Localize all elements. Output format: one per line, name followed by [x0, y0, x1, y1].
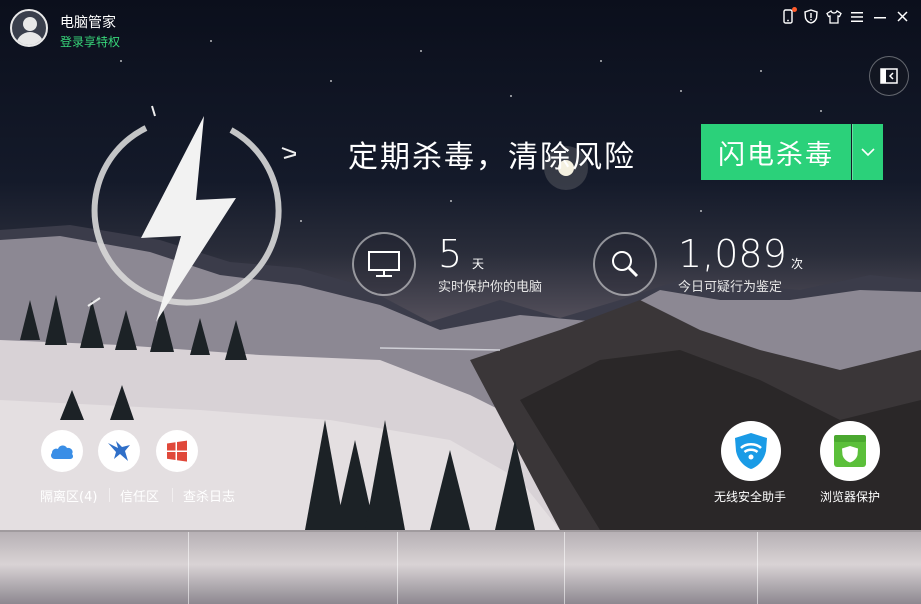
panel-divider: [757, 532, 758, 604]
wifi-assistant-button[interactable]: [721, 421, 781, 481]
search-stat-circle: [593, 232, 657, 296]
scan-log-label[interactable]: 查杀日志: [183, 486, 235, 505]
separator: [109, 488, 110, 502]
protect-label: 实时保护你的电脑: [438, 280, 543, 295]
magnifier-icon: [612, 251, 639, 278]
headline: 定期杀毒，清除风险: [348, 140, 636, 175]
chevron-down-icon: [861, 147, 875, 156]
shield-icon[interactable]: [802, 8, 819, 25]
scan-options-dropdown[interactable]: [852, 124, 883, 180]
suspicious-label: 今日可疑行为鉴定: [678, 280, 783, 295]
wifi-assistant-label[interactable]: 无线安全助手: [714, 488, 786, 505]
avatar-body: [16, 32, 44, 45]
monitor-stat-circle: [352, 232, 416, 296]
panel-divider: [397, 532, 398, 604]
eagle-icon: [108, 441, 130, 461]
suspicious-count-unit: 次: [791, 257, 804, 271]
quarantine-label[interactable]: 隔离区(4): [40, 486, 97, 505]
protect-days-unit: 天: [472, 257, 485, 271]
login-link[interactable]: 登录享特权: [60, 33, 120, 50]
panel-divider: [564, 532, 565, 604]
app-title: 电脑管家: [60, 15, 116, 31]
lightning-scan-button[interactable]: 闪电杀毒: [701, 124, 851, 180]
browser-shield-icon: [834, 435, 866, 467]
panel-divider: [188, 532, 189, 604]
shirt-icon[interactable]: [825, 8, 842, 25]
separator: [172, 488, 173, 502]
trust-zone-label[interactable]: 信任区: [120, 486, 159, 505]
titlebar-controls: [779, 7, 911, 25]
user-avatar[interactable]: [10, 9, 48, 47]
trust-zone-button[interactable]: [98, 430, 140, 472]
quarantine-button[interactable]: [41, 430, 83, 472]
monitor-icon: [368, 251, 400, 277]
scan-log-button[interactable]: [156, 430, 198, 472]
menu-icon[interactable]: [848, 8, 865, 25]
browser-protect-label[interactable]: 浏览器保护: [820, 488, 880, 505]
wifi-shield-icon: [735, 433, 767, 469]
notification-dot: [792, 7, 797, 12]
cloud-icon: [51, 445, 74, 459]
browser-protect-button[interactable]: [820, 421, 880, 481]
suspicious-count-value: 1,089: [678, 232, 787, 276]
panel-icon: [880, 68, 898, 84]
lightning-scan-ring[interactable]: [86, 100, 302, 330]
phone-icon[interactable]: [779, 7, 797, 25]
close-icon[interactable]: [894, 8, 911, 25]
windows-icon: [167, 440, 187, 462]
sidebar-toggle-button[interactable]: [869, 56, 909, 96]
protect-days-value: 5: [438, 232, 463, 276]
bottom-panel: [0, 532, 921, 604]
minimize-icon[interactable]: [871, 8, 888, 25]
avatar-head: [23, 17, 37, 31]
